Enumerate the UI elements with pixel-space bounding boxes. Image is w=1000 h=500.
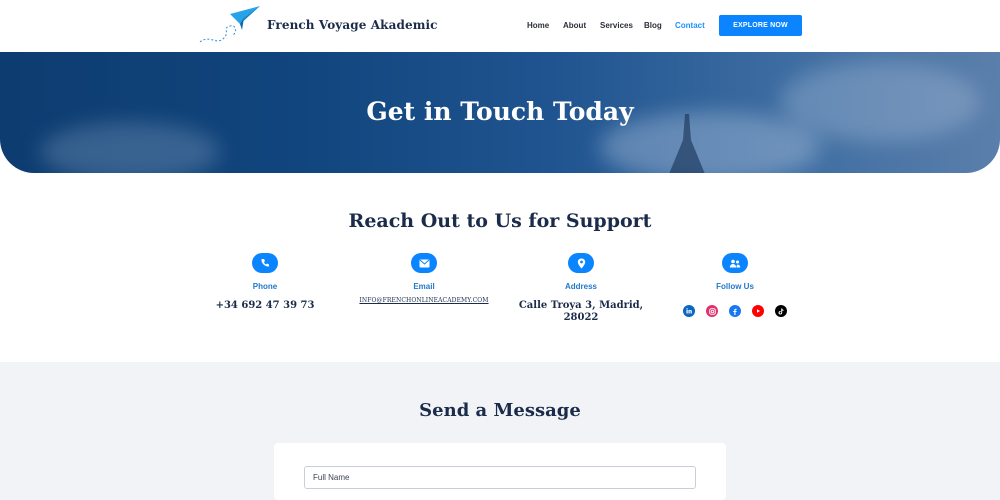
facebook-icon[interactable] — [729, 305, 741, 317]
people-icon — [722, 253, 748, 273]
instagram-icon[interactable] — [706, 305, 718, 317]
hero-title: Get in Touch Today — [366, 97, 634, 126]
nav-home[interactable]: Home — [527, 21, 549, 30]
address-label: Address — [564, 282, 597, 291]
follow-us-column: Follow Us — [665, 253, 805, 317]
hero-banner: Get in Touch Today — [0, 52, 1000, 173]
site-header: French Voyage Akademic Home About Servic… — [0, 0, 1000, 52]
cloud-decoration — [40, 122, 220, 173]
nav-services[interactable]: Services — [600, 21, 633, 30]
email-link[interactable]: INFO@FRENCHONLINEACADEMY.COM — [354, 297, 494, 304]
phone-label: Phone — [252, 282, 278, 291]
email-icon — [411, 253, 437, 273]
support-heading: Reach Out to Us for Support — [348, 210, 652, 232]
phone-value[interactable]: +34 692 47 39 73 — [195, 300, 335, 312]
email-column: Email INFO@FRENCHONLINEACADEMY.COM — [354, 253, 494, 304]
nav-contact[interactable]: Contact — [675, 21, 705, 30]
location-pin-icon — [568, 253, 594, 273]
tiktok-icon[interactable] — [775, 305, 787, 317]
linkedin-icon[interactable] — [683, 305, 695, 317]
message-heading: Send a Message — [419, 400, 581, 421]
nav-about[interactable]: About — [563, 21, 586, 30]
full-name-input[interactable] — [304, 466, 696, 489]
explore-now-button[interactable]: EXPLORE NOW — [719, 15, 802, 36]
phone-icon — [252, 253, 278, 273]
contact-form-card — [274, 443, 726, 500]
follow-us-label: Follow Us — [716, 282, 754, 291]
email-label: Email — [413, 282, 435, 291]
youtube-icon[interactable] — [752, 305, 764, 317]
main-nav: Home About Services Blog Contact — [0, 21, 1000, 33]
address-column: Address Calle Troya 3, Madrid, 28022 — [511, 253, 651, 324]
address-value: Calle Troya 3, Madrid, 28022 — [518, 300, 644, 323]
phone-column: Phone +34 692 47 39 73 — [195, 253, 335, 312]
nav-blog[interactable]: Blog — [644, 21, 662, 30]
social-links — [665, 305, 805, 317]
